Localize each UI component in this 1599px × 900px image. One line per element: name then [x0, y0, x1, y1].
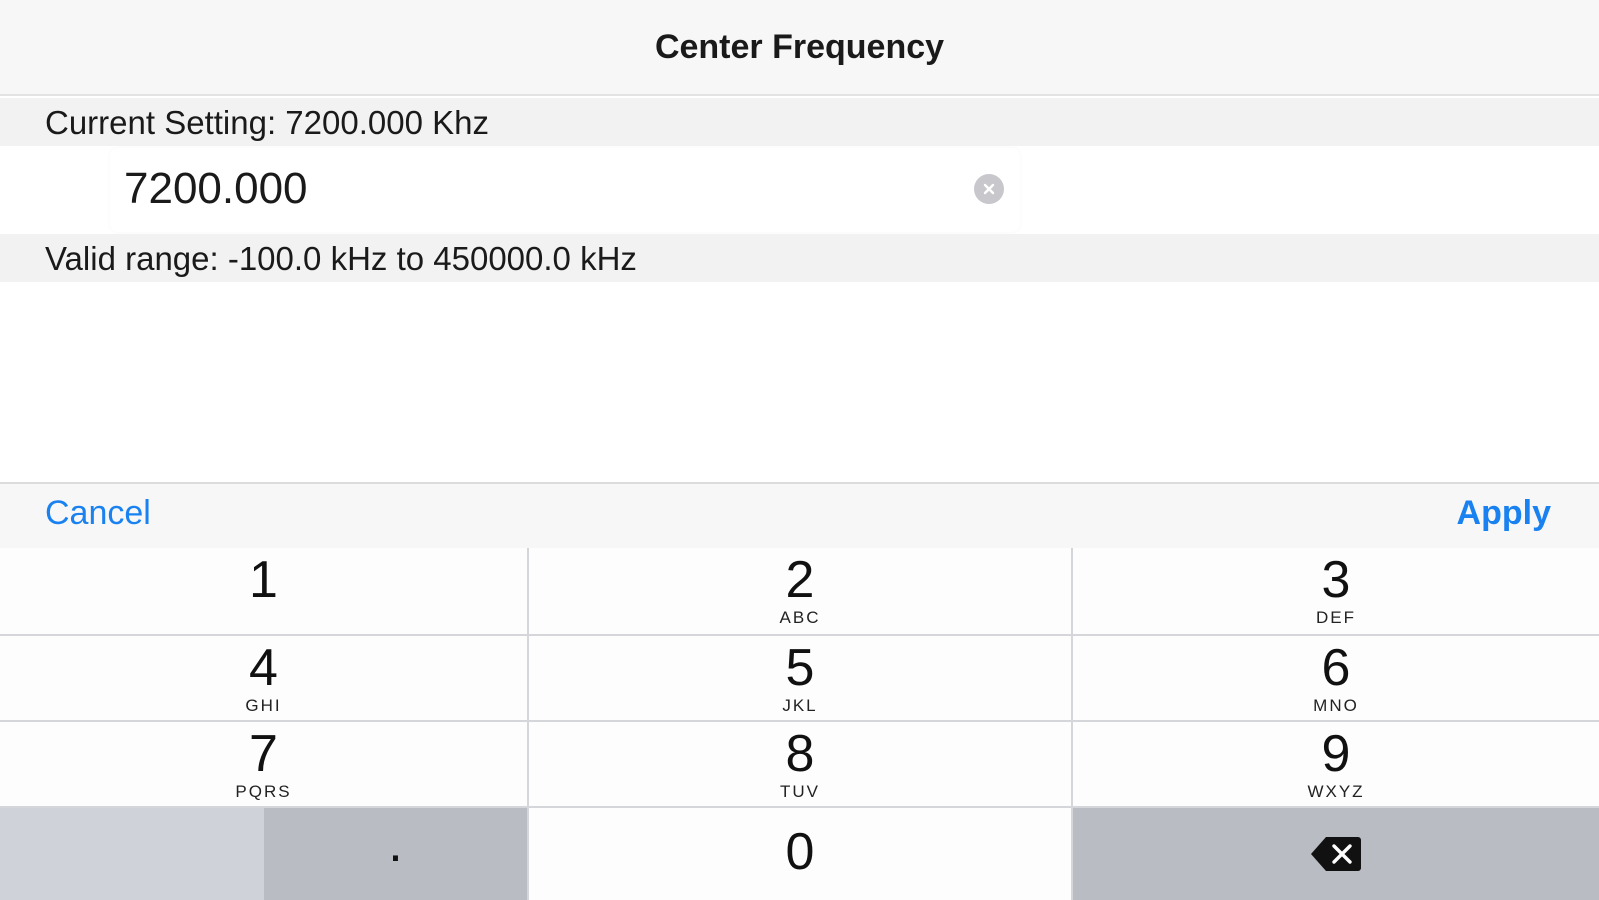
key-2[interactable]: 2 ABC	[529, 548, 1071, 634]
key-letters: MNO	[1313, 696, 1359, 715]
backspace-icon	[1311, 837, 1361, 871]
key-digit: 3	[1321, 551, 1351, 609]
current-setting-row: Current Setting: 7200.000 Khz	[0, 98, 1599, 146]
key-5[interactable]: 5 JKL	[529, 636, 1071, 720]
valid-range-label: Valid range: -100.0 kHz to 450000.0 kHz	[45, 240, 637, 277]
page-title: Center Frequency	[654, 28, 945, 66]
frequency-input[interactable]	[124, 160, 924, 218]
key-7[interactable]: 7 PQRS	[0, 722, 527, 806]
key-digit: 1	[249, 551, 278, 609]
key-digit: 2	[785, 551, 815, 609]
key-digit: 6	[1321, 639, 1351, 697]
key-letters: DEF	[1316, 608, 1356, 627]
center-frequency-screen: Center Frequency Current Setting: 7200.0…	[0, 0, 1599, 900]
key-1[interactable]: 1	[0, 548, 527, 634]
key-letters: GHI	[245, 696, 282, 715]
current-setting-label: Current Setting: 7200.000 Khz	[45, 104, 489, 141]
key-letters: TUV	[780, 782, 820, 801]
clear-icon	[983, 183, 995, 195]
valid-range-row: Valid range: -100.0 kHz to 450000.0 kHz	[0, 234, 1599, 282]
keypad-blank-area	[0, 808, 264, 900]
key-digit: 0	[785, 823, 815, 881]
key-letters: PQRS	[235, 782, 292, 801]
clear-text-button[interactable]	[974, 174, 1004, 204]
key-letters: WXYZ	[1307, 782, 1365, 801]
key-digit: 4	[249, 639, 278, 697]
key-digit: 7	[249, 725, 278, 783]
keyboard-accessory-toolbar: Cancel Apply	[0, 482, 1599, 548]
apply-button[interactable]: Apply	[1457, 494, 1551, 533]
key-6[interactable]: 6 MNO	[1073, 636, 1599, 720]
frequency-field[interactable]	[110, 148, 1020, 232]
key-8[interactable]: 8 TUV	[529, 722, 1071, 806]
key-3[interactable]: 3 DEF	[1073, 548, 1599, 634]
key-letters	[0, 608, 527, 626]
key-9[interactable]: 9 WXYZ	[1073, 722, 1599, 806]
delete-button[interactable]	[1073, 808, 1599, 900]
numeric-keypad: 1 2 ABC 3 DEF 4 GHI 5 JKL 6 MNO 7 PQRS 8…	[0, 548, 1599, 900]
key-digit: .	[388, 815, 403, 873]
navigation-bar: Center Frequency	[0, 0, 1599, 96]
cancel-button[interactable]: Cancel	[45, 494, 151, 533]
key-letters: ABC	[779, 608, 821, 627]
frequency-input-row	[0, 146, 1599, 234]
key-0[interactable]: 0	[529, 808, 1071, 900]
key-decimal-point[interactable]: .	[264, 808, 527, 900]
key-digit: 8	[785, 725, 815, 783]
key-4[interactable]: 4 GHI	[0, 636, 527, 720]
key-digit: 5	[785, 639, 815, 697]
key-digit: 9	[1321, 725, 1351, 783]
key-letters: JKL	[782, 696, 818, 715]
